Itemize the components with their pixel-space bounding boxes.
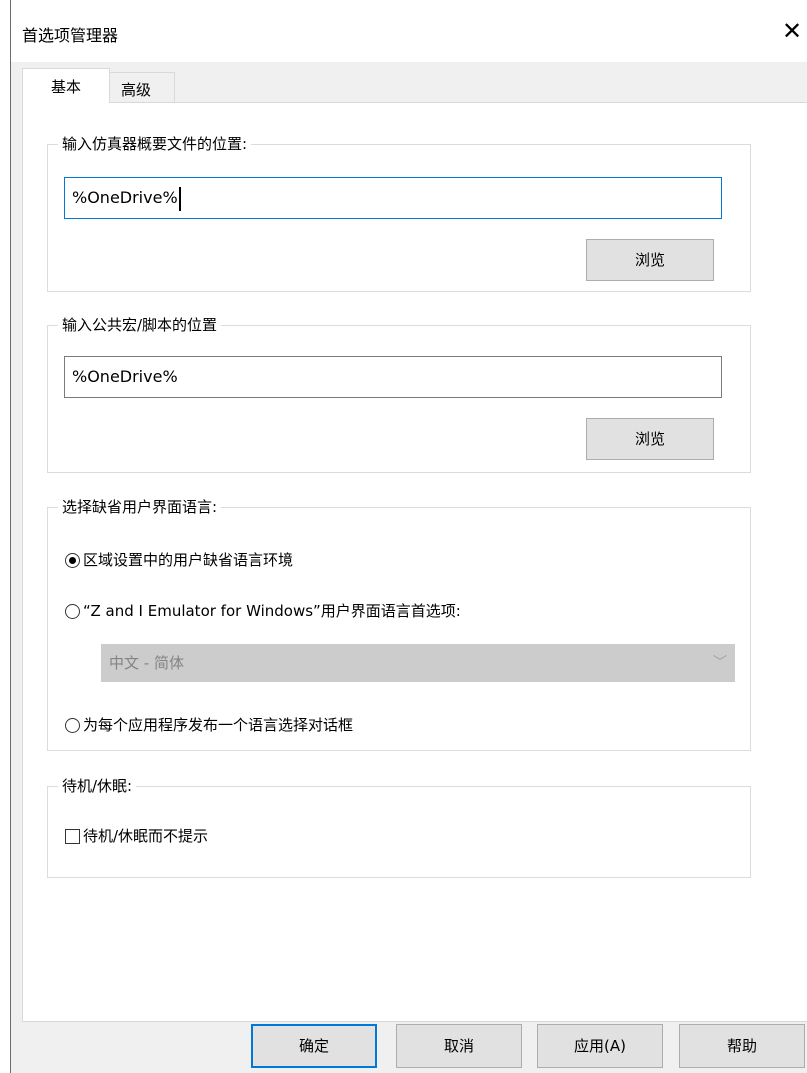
sim-profile-legend: 输入仿真器概要文件的位置: <box>58 133 252 155</box>
standby-no-prompt-label[interactable]: 待机/休眠而不提示 <box>83 825 208 846</box>
standby-no-prompt-checkbox[interactable] <box>65 829 80 844</box>
language-legend: 选择缺省用户界面语言: <box>58 496 222 518</box>
cancel-button[interactable]: 取消 <box>396 1024 522 1068</box>
tab-panel-basic: 输入仿真器概要文件的位置: %OneDrive% 浏览 输入公共宏/脚本的位置 … <box>22 102 807 1022</box>
macro-path-legend: 输入公共宏/脚本的位置 <box>58 314 222 336</box>
radio-per-app-dialog[interactable] <box>65 718 80 733</box>
sim-profile-path-input[interactable]: %OneDrive% <box>64 177 722 219</box>
radio-per-app-dialog-label[interactable]: 为每个应用程序发布一个语言选择对话框 <box>83 714 353 735</box>
close-icon[interactable]: ✕ <box>779 16 805 46</box>
text-caret <box>178 186 181 211</box>
language-dropdown: 中文 - 简体 ﹀ <box>101 644 735 682</box>
language-group: 选择缺省用户界面语言: 区域设置中的用户缺省语言环境 “Z and I Emul… <box>47 496 751 751</box>
macro-path-input[interactable]: %OneDrive% <box>64 356 722 398</box>
radio-app-language[interactable] <box>65 604 80 619</box>
window-title: 首选项管理器 <box>22 26 119 45</box>
help-button[interactable]: 帮助 <box>679 1024 805 1068</box>
radio-locale-default[interactable] <box>65 553 80 568</box>
radio-locale-default-label[interactable]: 区域设置中的用户缺省语言环境 <box>83 549 293 570</box>
macro-path-browse-button[interactable]: 浏览 <box>586 418 714 460</box>
chevron-down-icon: ﹀ <box>713 655 727 671</box>
apply-button[interactable]: 应用(A) <box>537 1024 663 1068</box>
sim-profile-browse-button[interactable]: 浏览 <box>586 239 714 281</box>
title-bar: 首选项管理器 ✕ <box>11 0 807 62</box>
radio-app-language-label[interactable]: “Z and I Emulator for Windows”用户界面语言首选项: <box>83 600 461 621</box>
language-dropdown-value: 中文 - 简体 <box>109 654 184 672</box>
sim-profile-path-value: %OneDrive% <box>72 188 178 207</box>
preferences-dialog: 首选项管理器 ✕ 基本 高级 输入仿真器概要文件的位置: %OneDrive% … <box>10 0 807 1073</box>
radio-selected-dot <box>69 557 76 564</box>
sim-profile-group: 输入仿真器概要文件的位置: %OneDrive% 浏览 <box>47 133 751 292</box>
standby-group: 待机/休眠: 待机/休眠而不提示 <box>47 775 751 878</box>
ok-button[interactable]: 确定 <box>251 1024 377 1068</box>
standby-legend: 待机/休眠: <box>58 775 137 797</box>
tab-basic[interactable]: 基本 <box>22 68 110 103</box>
macro-path-group: 输入公共宏/脚本的位置 %OneDrive% 浏览 <box>47 314 751 473</box>
